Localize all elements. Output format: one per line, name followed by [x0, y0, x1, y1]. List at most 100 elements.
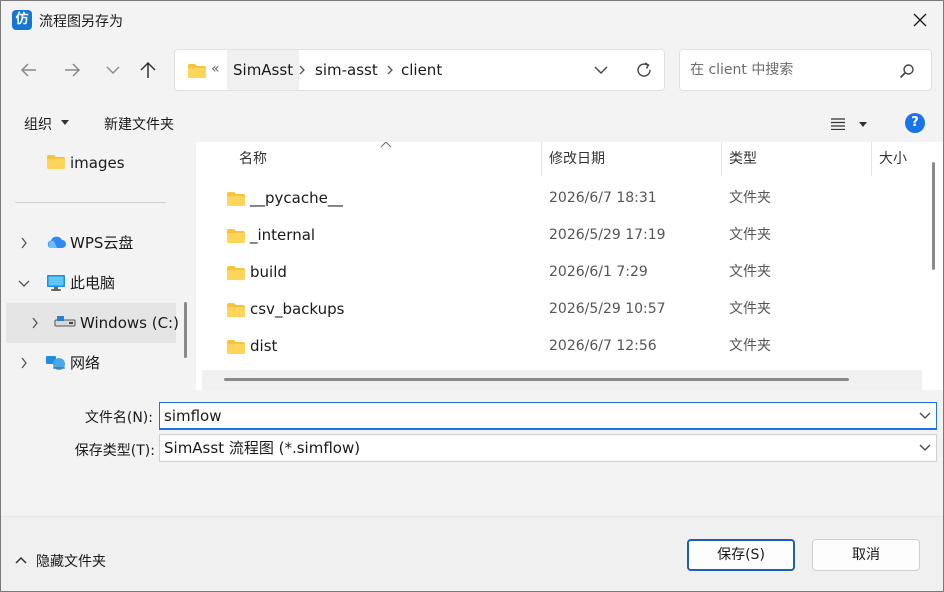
breadcrumb-client[interactable]: client [395, 50, 448, 90]
chevron-right-icon[interactable] [31, 317, 39, 329]
search-icon[interactable] [899, 63, 915, 79]
chevron-right-icon[interactable] [20, 237, 28, 249]
file-row[interactable]: dist 2026/6/7 12:56 文件夹 [202, 328, 922, 365]
folder-icon [227, 229, 245, 243]
file-name: _internal [250, 226, 316, 244]
sort-ascending-icon [380, 142, 392, 148]
folder-icon [227, 340, 245, 354]
chevron-right-icon[interactable] [20, 357, 28, 369]
chevron-down-icon[interactable] [919, 444, 931, 452]
file-name: dist [250, 337, 278, 355]
column-divider[interactable] [721, 142, 722, 176]
file-row[interactable]: build 2026/6/1 7:29 文件夹 [202, 254, 922, 291]
help-icon[interactable]: ? [905, 113, 925, 133]
column-header-type[interactable]: 类型 [729, 142, 757, 176]
save-form: 文件名(N): simflow 保存类型(T): SimAsst 流程图 (*.… [1, 390, 943, 516]
file-modified: 2026/6/7 12:56 [549, 338, 657, 354]
arrow-up-icon [140, 61, 156, 78]
close-button[interactable] [897, 1, 943, 39]
file-row[interactable]: __pycache__ 2026/6/7 18:31 文件夹 [202, 180, 922, 217]
network-icon [46, 356, 65, 370]
folder-icon [188, 64, 206, 78]
chevron-down-icon[interactable] [919, 412, 931, 420]
back-button[interactable] [18, 59, 42, 83]
folder-icon [227, 303, 245, 317]
nav-item-images[interactable]: images [1, 145, 179, 181]
search-placeholder: 在 client 中搜索 [690, 62, 794, 78]
app-icon: 仿 [12, 10, 32, 30]
file-modified: 2026/5/29 17:19 [549, 227, 666, 243]
column-header-size[interactable]: 大小 [879, 142, 907, 176]
chevron-down-icon[interactable] [18, 279, 30, 287]
file-type: 文件夹 [729, 264, 771, 280]
horizontal-scroll-thumb[interactable] [224, 378, 849, 381]
nav-item-label: 此电脑 [70, 274, 116, 292]
nav-item-network[interactable]: 网络 [1, 345, 179, 381]
title-bar: 仿 流程图另存为 [1, 1, 943, 39]
folder-icon [47, 155, 65, 169]
column-header-modified[interactable]: 修改日期 [549, 142, 605, 176]
file-modified: 2026/6/7 18:31 [549, 190, 657, 206]
cloud-icon [47, 236, 66, 248]
breadcrumb-sim-asst[interactable]: sim-asst [309, 50, 384, 90]
save-button[interactable]: 保存(S) [687, 539, 795, 571]
caret-down-icon[interactable] [859, 122, 867, 128]
command-bar: 组织 新建文件夹 [1, 104, 943, 142]
hide-folders-label: 隐藏文件夹 [36, 554, 106, 570]
filename-field[interactable]: simflow [159, 402, 937, 430]
chevron-right-icon[interactable] [297, 64, 307, 76]
file-type: 文件夹 [729, 301, 771, 317]
column-header-name[interactable]: 名称 [239, 142, 267, 176]
drive-icon [54, 316, 76, 327]
address-dropdown-icon[interactable] [593, 64, 609, 76]
nav-item-this-pc[interactable]: 此电脑 [1, 265, 179, 301]
folder-icon [227, 192, 245, 206]
up-button[interactable] [137, 59, 161, 83]
file-name: csv_backups [250, 300, 345, 318]
file-row[interactable]: csv_backups 2026/5/29 10:57 文件夹 [202, 291, 922, 328]
nav-item-windows-c[interactable]: Windows (C:) [6, 303, 179, 343]
nav-item-wps-cloud[interactable]: WPS云盘 [1, 225, 179, 261]
filetype-value: SimAsst 流程图 (*.simflow) [164, 439, 361, 457]
address-bar[interactable]: « SimAsst sim-asst client [174, 49, 665, 91]
file-list: 名称 修改日期 类型 大小 __pycache__ 2026/6/7 18:31… [196, 142, 943, 390]
nav-item-label: 网络 [70, 354, 101, 372]
forward-button[interactable] [61, 59, 85, 83]
column-divider[interactable] [871, 142, 872, 176]
arrow-right-icon [65, 63, 81, 77]
dialog-footer: 隐藏文件夹 保存(S) 取消 [1, 516, 943, 591]
file-modified: 2026/5/29 10:57 [549, 301, 666, 317]
folder-icon [227, 266, 245, 280]
recent-locations-button[interactable] [102, 59, 126, 83]
file-modified: 2026/6/1 7:29 [549, 264, 648, 280]
save-dialog: 仿 流程图另存为 « SimAsst sim-asst client 在 cli… [0, 0, 944, 592]
nav-scrollbar[interactable] [184, 302, 187, 358]
column-divider[interactable] [541, 142, 542, 176]
file-name: __pycache__ [250, 189, 343, 207]
chevron-up-icon [15, 556, 27, 564]
nav-item-label: Windows (C:) [80, 314, 179, 332]
filetype-select[interactable]: SimAsst 流程图 (*.simflow) [159, 434, 937, 462]
nav-item-label: images [70, 154, 125, 172]
caret-down-icon[interactable] [61, 120, 69, 126]
new-folder-button[interactable]: 新建文件夹 [104, 114, 174, 134]
chevron-right-icon[interactable] [385, 64, 395, 76]
filename-label: 文件名(N): [84, 410, 153, 426]
file-type: 文件夹 [729, 190, 771, 206]
search-input[interactable]: 在 client 中搜索 [679, 49, 932, 91]
file-type: 文件夹 [729, 338, 771, 354]
vertical-scroll-thumb[interactable] [932, 162, 935, 270]
file-row[interactable]: _internal 2026/5/29 17:19 文件夹 [202, 217, 922, 254]
filetype-label: 保存类型(T): [74, 443, 155, 459]
breadcrumb-simasst[interactable]: SimAsst [227, 50, 300, 90]
navigation-pane: images WPS云盘 此电脑 Windows (C:) 网络 [1, 142, 191, 390]
computer-icon [47, 275, 65, 291]
close-icon [913, 13, 927, 27]
view-list-icon[interactable] [830, 118, 846, 130]
cancel-button[interactable]: 取消 [812, 539, 920, 571]
refresh-icon[interactable] [635, 61, 653, 79]
horizontal-scrollbar[interactable] [202, 370, 922, 390]
organize-menu[interactable]: 组织 [24, 114, 52, 134]
window-title: 流程图另存为 [39, 14, 123, 30]
overflow-chevron[interactable]: « [211, 61, 220, 77]
